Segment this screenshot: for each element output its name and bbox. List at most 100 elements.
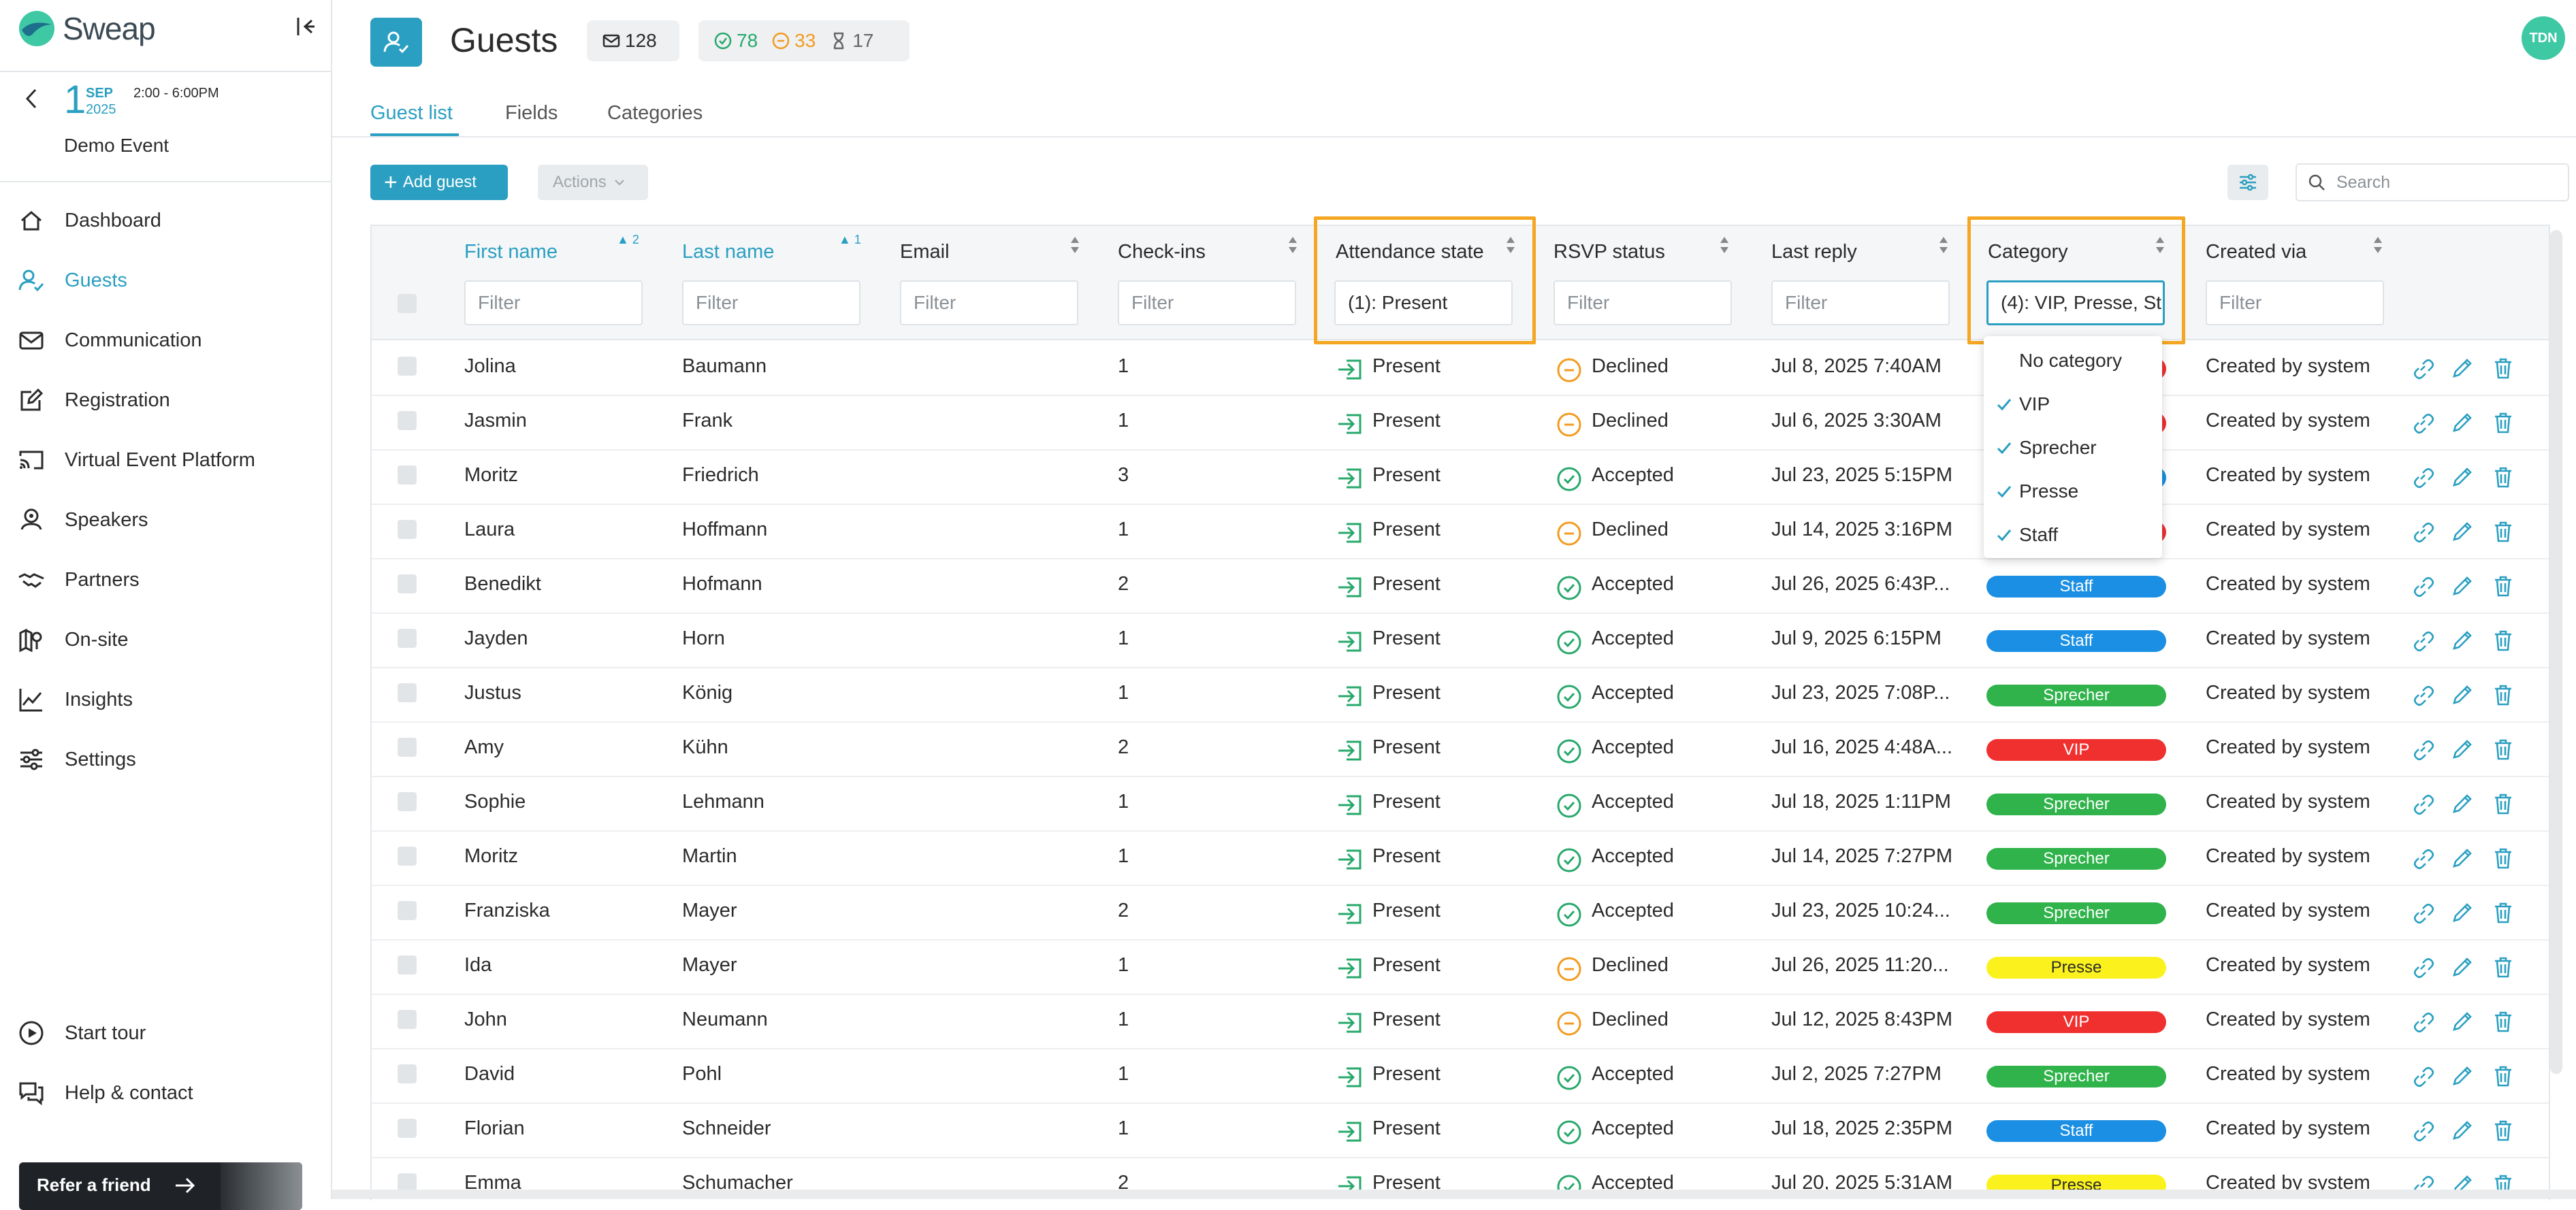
user-avatar[interactable]: TDN	[2522, 16, 2565, 60]
row-checkbox[interactable]	[398, 574, 417, 593]
search-input[interactable]	[2335, 170, 2556, 195]
trash-icon[interactable]	[2492, 520, 2515, 543]
edit-icon[interactable]	[2451, 520, 2474, 543]
column-header-last-name[interactable]: Last name	[682, 241, 774, 263]
table-row[interactable]: Jasmin Frank 1 Present Declined Jul 6, 2025 3…	[372, 395, 2549, 451]
trash-icon[interactable]	[2492, 847, 2515, 870]
sidebar-item-on-site[interactable]: On-site	[0, 612, 331, 667]
start-tour-link[interactable]: Start tour	[0, 1006, 331, 1060]
link-icon[interactable]	[2411, 847, 2434, 870]
link-icon[interactable]	[2411, 955, 2434, 979]
trash-icon[interactable]	[2492, 357, 2515, 380]
row-checkbox[interactable]	[398, 357, 417, 376]
trash-icon[interactable]	[2492, 738, 2515, 761]
row-checkbox[interactable]	[398, 1119, 417, 1138]
table-row[interactable]: Franziska Mayer 2 Present Accepted Jul 23, 20…	[372, 885, 2549, 941]
column-header-first-name[interactable]: First name	[464, 241, 558, 263]
table-row[interactable]: Sophie Lehmann 1 Present Accepted Jul 18, 202…	[372, 776, 2549, 832]
row-checkbox[interactable]	[398, 465, 417, 485]
link-icon[interactable]	[2411, 357, 2434, 380]
edit-icon[interactable]	[2451, 465, 2474, 489]
table-row[interactable]: Jayden Horn 1 Present Accepted Jul 9, 2025 6:…	[372, 612, 2549, 668]
dropdown-option[interactable]: Presse	[1984, 470, 2162, 513]
trash-icon[interactable]	[2492, 792, 2515, 815]
tab-categories[interactable]: Categories	[607, 102, 703, 125]
table-row[interactable]: Ida Mayer 1 Present Declined Jul 26, 2025 11:…	[372, 939, 2549, 995]
column-header-email[interactable]: Email	[900, 241, 950, 263]
link-icon[interactable]	[2411, 629, 2434, 652]
table-row[interactable]: Florian Schneider 1 Present Accepted Jul 18, …	[372, 1102, 2549, 1158]
trash-icon[interactable]	[2492, 901, 2515, 924]
sidebar-item-speakers[interactable]: Speakers	[0, 493, 331, 547]
edit-icon[interactable]	[2451, 901, 2474, 924]
table-scrollbar[interactable]	[2550, 230, 2562, 1074]
edit-icon[interactable]	[2451, 1119, 2474, 1142]
table-row[interactable]: Justus König 1 Present Accepted Jul 23, 2025 …	[372, 667, 2549, 723]
edit-icon[interactable]	[2451, 683, 2474, 706]
edit-icon[interactable]	[2451, 629, 2474, 652]
filter-check-ins[interactable]	[1118, 280, 1296, 325]
row-checkbox[interactable]	[398, 1010, 417, 1029]
sort-icon[interactable]	[1288, 235, 1298, 255]
link-icon[interactable]	[2411, 1010, 2434, 1033]
column-header-rsvp-status[interactable]: RSVP status	[1553, 241, 1665, 263]
filter-rsvp-status[interactable]	[1553, 280, 1732, 325]
trash-icon[interactable]	[2492, 683, 2515, 706]
row-checkbox[interactable]	[398, 955, 417, 975]
trash-icon[interactable]	[2492, 1119, 2515, 1142]
link-icon[interactable]	[2411, 683, 2434, 706]
column-header-last-reply[interactable]: Last reply	[1771, 241, 1857, 263]
edit-icon[interactable]	[2451, 357, 2474, 380]
table-row[interactable]: Jolina Baumann 1 Present Declined Jul 8, 2025…	[372, 340, 2549, 396]
back-arrow-icon[interactable]	[18, 84, 46, 113]
dropdown-option[interactable]: VIP	[1984, 382, 2162, 426]
table-row[interactable]: Moritz Friedrich 3 Present Accepted Jul 23, 2…	[372, 449, 2549, 505]
sort-icon[interactable]	[2373, 235, 2383, 255]
edit-icon[interactable]	[2451, 574, 2474, 598]
help-contact-link[interactable]: Help & contact	[0, 1066, 331, 1120]
edit-icon[interactable]	[2451, 955, 2474, 979]
row-checkbox[interactable]	[398, 738, 417, 757]
sidebar-item-dashboard[interactable]: Dashboard	[0, 193, 331, 248]
sidebar-item-settings[interactable]: Settings	[0, 732, 331, 787]
filter-first-name[interactable]	[464, 280, 643, 325]
edit-icon[interactable]	[2451, 411, 2474, 434]
trash-icon[interactable]	[2492, 465, 2515, 489]
collapse-sidebar-icon[interactable]	[291, 12, 320, 41]
row-checkbox[interactable]	[398, 1064, 417, 1083]
row-checkbox[interactable]	[398, 683, 417, 702]
edit-icon[interactable]	[2451, 847, 2474, 870]
column-header-check-ins[interactable]: Check-ins	[1118, 241, 1206, 263]
table-row[interactable]: Laura Hoffmann 1 Present Declined Jul 14, 202…	[372, 504, 2549, 559]
select-all-checkbox[interactable]	[398, 294, 417, 313]
trash-icon[interactable]	[2492, 574, 2515, 598]
sidebar-item-registration[interactable]: Registration	[0, 373, 331, 427]
edit-icon[interactable]	[2451, 738, 2474, 761]
row-checkbox[interactable]	[398, 847, 417, 866]
sidebar-item-insights[interactable]: Insights	[0, 672, 331, 727]
add-guest-button[interactable]: + Add guest	[370, 165, 508, 200]
horizontal-scrollbar[interactable]	[332, 1190, 2576, 1199]
table-row[interactable]: Amy Kühn 2 Present Accepted Jul 16, 2025 4:48…	[372, 721, 2549, 777]
link-icon[interactable]	[2411, 411, 2434, 434]
row-checkbox[interactable]	[398, 901, 417, 920]
link-icon[interactable]	[2411, 792, 2434, 815]
edit-icon[interactable]	[2451, 1064, 2474, 1088]
sidebar-item-guests[interactable]: Guests	[0, 253, 331, 308]
link-icon[interactable]	[2411, 1064, 2434, 1088]
link-icon[interactable]	[2411, 901, 2434, 924]
link-icon[interactable]	[2411, 465, 2434, 489]
trash-icon[interactable]	[2492, 1064, 2515, 1088]
tab-fields[interactable]: Fields	[505, 102, 558, 125]
table-row[interactable]: Benedikt Hofmann 2 Present Accepted Jul 26, 2…	[372, 558, 2549, 614]
trash-icon[interactable]	[2492, 411, 2515, 434]
row-checkbox[interactable]	[398, 792, 417, 811]
sidebar-item-communication[interactable]: Communication	[0, 313, 331, 367]
actions-dropdown-button[interactable]: Actions	[538, 165, 648, 200]
table-row[interactable]: Moritz Martin 1 Present Accepted Jul 14, 2025…	[372, 830, 2549, 886]
sort-icon[interactable]	[1939, 235, 1948, 255]
dropdown-option[interactable]: Sprecher	[1984, 426, 2162, 470]
link-icon[interactable]	[2411, 574, 2434, 598]
dropdown-option[interactable]: No category	[1984, 339, 2162, 382]
row-checkbox[interactable]	[398, 411, 417, 430]
